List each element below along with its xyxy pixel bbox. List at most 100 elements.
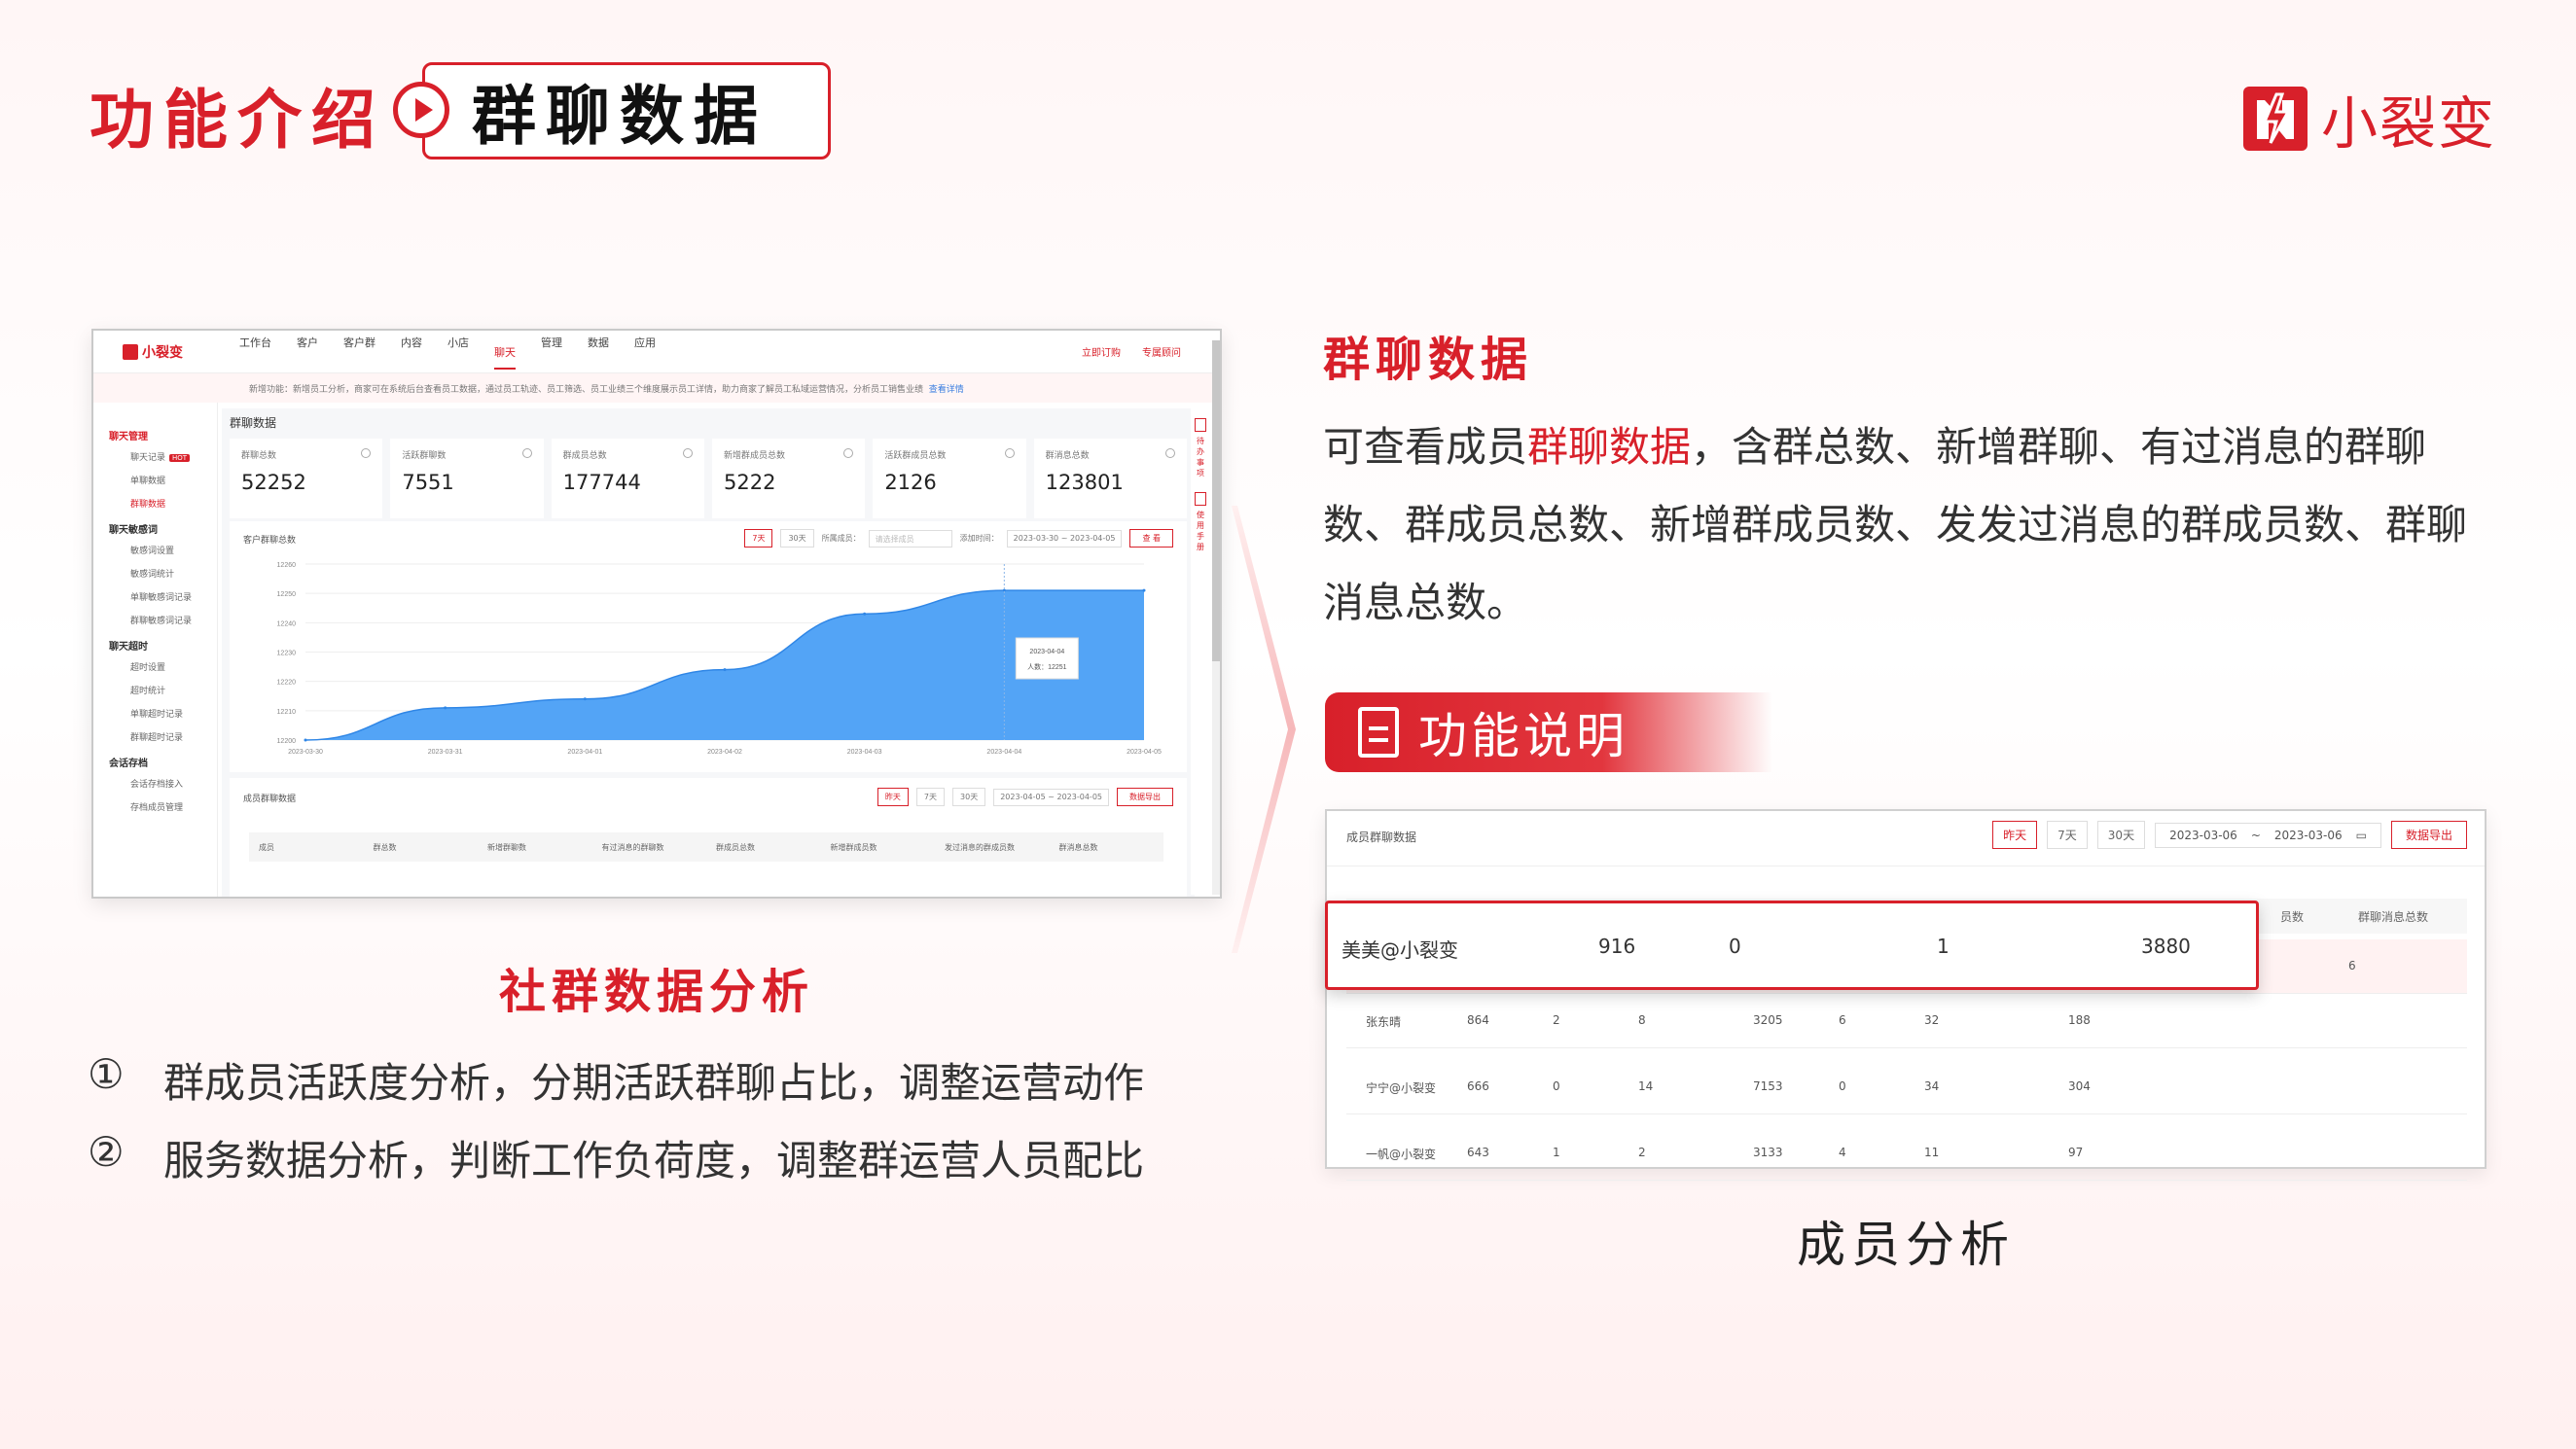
column-header[interactable]: 群总数	[364, 842, 479, 853]
chart-panel: 客户群聊总数 7天 30天 所属成员： 请选择成员 添加时间： 2023-03-…	[230, 521, 1187, 772]
table-cell: 34	[1924, 1079, 1940, 1093]
stat-card: 群消息总数 123801	[1033, 439, 1187, 518]
stat-card: 群成员总数 177744	[551, 439, 704, 518]
column-header[interactable]: 群消息总数	[1050, 842, 1164, 853]
section-title: 功能介绍	[89, 83, 385, 158]
stat-label: 活跃群聊数	[402, 451, 447, 461]
manual-label[interactable]: 使用手册	[1197, 510, 1206, 552]
sidebar-item[interactable]: 单聊数据	[130, 474, 217, 486]
sidebar-group[interactable]: 聊天超时	[109, 638, 217, 653]
table-cell: 32	[1924, 1013, 1940, 1027]
sidebar-item[interactable]: 单聊敏感词记录	[130, 590, 217, 603]
stat-value: 52252	[241, 471, 306, 494]
sidebar-item[interactable]: 存档成员管理	[130, 800, 217, 813]
help-icon[interactable]	[1164, 448, 1175, 458]
sidebar-item[interactable]: 单聊超时记录	[130, 707, 217, 720]
nav-item[interactable]: 数据	[588, 335, 609, 370]
member-table-title: 成员群聊数据	[1346, 831, 1417, 844]
nav-item[interactable]: 内容	[401, 335, 422, 370]
table-cell: 3880	[2141, 935, 2191, 958]
nav-item[interactable]: 客户	[297, 335, 318, 370]
advisor-link[interactable]: 专属顾问	[1142, 344, 1181, 359]
nav-item[interactable]: 客户群	[343, 335, 376, 370]
date-range[interactable]: 2023-03-06 ~2023-03-06 ▭	[2155, 822, 2381, 848]
y-tick-label: 12210	[277, 709, 297, 716]
member-panel-title: 成员群聊数据	[243, 795, 297, 804]
column-header[interactable]: 有过消息的群聊数	[592, 842, 707, 853]
column-header[interactable]: 群聊消息总数	[2358, 908, 2428, 925]
x-tick-label: 2023-04-02	[707, 749, 742, 756]
brand-name: 小裂变	[2321, 90, 2497, 157]
sidebar-item[interactable]: 群聊数据	[130, 497, 217, 510]
member-filters: 昨天 7天 30天 2023-04-05 ~ 2023-04-05 数据导出	[877, 788, 1173, 806]
dashboard-logo: 小裂变	[123, 342, 239, 362]
export-button[interactable]: 数据导出	[2390, 821, 2467, 849]
nav-item[interactable]: 小店	[447, 335, 469, 370]
sidebar-item[interactable]: 会话存档接入	[130, 777, 217, 790]
column-header[interactable]: 成员	[249, 842, 364, 853]
table-row[interactable]: 张东晴 864 2 8 3205 6 32 188	[1346, 994, 2467, 1048]
sidebar-item[interactable]: 敏感词统计	[130, 567, 217, 580]
bullet-2: ② 服务数据分析，判断工作负荷度，调整群运营人员配比	[88, 1128, 1144, 1187]
help-icon[interactable]	[521, 448, 532, 458]
notice-link[interactable]: 查看详情	[929, 382, 964, 395]
nav-item[interactable]: 聊天	[494, 344, 516, 370]
table-cell: 3133	[1753, 1146, 1783, 1159]
date-range[interactable]: 2023-04-05 ~ 2023-04-05	[993, 788, 1109, 806]
table-cell: 0	[1729, 935, 1741, 958]
30-day-button[interactable]: 30天	[2096, 821, 2146, 849]
member-table-screenshot: 成员群聊数据 昨天 7天 30天 2023-03-06 ~2023-03-06 ▭ …	[1325, 809, 2487, 1181]
help-icon[interactable]	[682, 448, 693, 458]
table-row[interactable]: 一帆@小裂变 643 1 2 3133 4 11 97	[1346, 1126, 2467, 1181]
highlight-row-popout: 美美@小裂变 916 0 1 3880	[1325, 901, 2259, 990]
help-icon[interactable]	[1004, 448, 1015, 458]
bullet-1: ① 群成员活跃度分析，分期活跃群聊占比，调整运营动作	[88, 1050, 1144, 1110]
sidebar-item[interactable]: 超时统计	[130, 684, 217, 696]
column-header[interactable]: 新增群成员数	[821, 842, 936, 853]
stat-label: 群成员总数	[562, 451, 607, 461]
sidebar-group[interactable]: 聊天敏感词	[109, 521, 217, 536]
order-link[interactable]: 立即订购	[1082, 344, 1121, 359]
scroll-thumb[interactable]	[1212, 340, 1220, 661]
nav-menu: 工作台 客户 客户群 内容 小店 聊天 管理 数据 应用	[239, 335, 656, 370]
sidebar-item[interactable]: 聊天记录 HOT	[130, 450, 217, 463]
7-day-button[interactable]: 7天	[2047, 821, 2088, 849]
export-button[interactable]: 数据导出	[1117, 788, 1173, 806]
sidebar-group[interactable]: 会话存档	[109, 755, 217, 769]
30-day-button[interactable]: 30天	[952, 788, 986, 806]
column-header[interactable]: 新增群聊数	[478, 842, 592, 853]
member-name: 一帆@小裂变	[1366, 1148, 1437, 1161]
stat-value: 177744	[562, 471, 641, 494]
sidebar-item[interactable]: 超时设置	[130, 660, 217, 673]
left-caption: 社群数据分析	[498, 965, 814, 1019]
yesterday-button[interactable]: 昨天	[1992, 821, 2038, 849]
nav-item[interactable]: 管理	[541, 335, 562, 370]
table-cell: 6	[2348, 959, 2356, 972]
todo-label[interactable]: 待办事项	[1197, 436, 1206, 478]
y-tick-label: 12230	[277, 651, 297, 657]
column-header[interactable]: 发过消息的群成员数	[935, 842, 1050, 853]
column-header[interactable]: 员数	[2280, 908, 2304, 925]
sidebar-item[interactable]: 群聊超时记录	[130, 730, 217, 743]
yesterday-button[interactable]: 昨天	[877, 788, 909, 806]
brand-logo: 小裂变	[2243, 78, 2496, 159]
manual-icon[interactable]	[1195, 492, 1206, 506]
7-day-button[interactable]: 7天	[915, 788, 946, 806]
nav-item[interactable]: 工作台	[239, 335, 271, 370]
sidebar-item[interactable]: 敏感词设置	[130, 544, 217, 556]
top-nav: 小裂变 工作台 客户 客户群 内容 小店 聊天 管理 数据 应用 立即订购 专属顾问	[93, 331, 1220, 373]
table-cell: 6	[1839, 1013, 1846, 1027]
todo-icon[interactable]	[1195, 418, 1206, 432]
member-name: 张东晴	[1366, 1015, 1402, 1029]
right-caption: 成员分析	[1797, 1217, 2015, 1273]
column-header[interactable]: 群成员总数	[706, 842, 821, 853]
member-table-header: 成员 群总数 新增群聊数 有过消息的群聊数 群成员总数 新增群成员数 发过消息的群成员数 群消…	[249, 832, 1163, 862]
nav-item[interactable]: 应用	[634, 335, 656, 370]
table-row[interactable]: 宁宁@小裂变 666 0 14 7153 0 34 304	[1346, 1060, 2467, 1114]
y-tick-label: 12260	[277, 562, 297, 569]
scrollbar[interactable]	[1212, 340, 1220, 895]
area-chart: 12200 12210 12220 12230 12240 12250 12260 2023-…	[277, 562, 1162, 756]
function-banner: 功能说明	[1325, 692, 1772, 772]
sidebar-group[interactable]: 聊天管理	[109, 428, 217, 442]
sidebar-item[interactable]: 群聊敏感词记录	[130, 614, 217, 626]
